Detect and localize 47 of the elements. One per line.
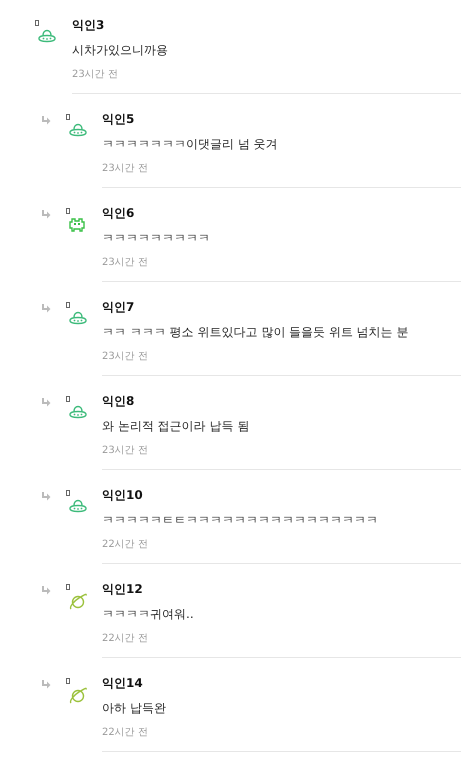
reply-arrow-icon <box>41 116 51 125</box>
author-name: 익인10 <box>102 487 144 503</box>
comment-time: 22시간 전 <box>102 539 149 551</box>
author-name: 익인12 <box>102 581 144 597</box>
comment-text: 아하 납득완 <box>102 700 167 716</box>
comment-text: 시차가있으니까용 <box>72 42 169 58</box>
reply-arrow-icon <box>41 210 51 219</box>
planet-icon <box>68 687 88 705</box>
comment-text: 와 논리적 접근이라 납득 됨 <box>102 418 250 434</box>
broken-image-icon <box>66 302 70 308</box>
comment-time: 23시간 전 <box>102 257 149 269</box>
ufo-icon <box>68 499 88 513</box>
ufo-icon <box>68 123 88 137</box>
comment-text: ㅋㅋㅋㅋㅋㅋㅋㅋㅋ <box>102 230 211 246</box>
author-name: 익인14 <box>102 675 144 691</box>
broken-image-icon <box>66 114 70 120</box>
author-name: 익인5 <box>102 111 136 127</box>
ufo-icon <box>68 405 88 419</box>
comment-text: ㅋㅋㅋㅋㅋㅋㅋ이댓글리 넘 웃겨 <box>102 136 279 152</box>
comment-text: ㅋㅋㅋㅋ귀여워.. <box>102 606 195 622</box>
reply-arrow-icon <box>41 398 51 407</box>
author-name: 익인7 <box>102 299 136 315</box>
robot-icon <box>68 217 86 233</box>
broken-image-icon <box>66 396 70 402</box>
author-name: 익인8 <box>102 393 136 409</box>
author-name: 익인6 <box>102 205 136 221</box>
comment-text: ㅋㅋ ㅋㅋㅋ 평소 위트있다고 많이 들을듯 위트 넘치는 분 <box>102 324 410 340</box>
author-name: 익인3 <box>72 17 106 33</box>
comment-time: 23시간 전 <box>102 445 149 457</box>
comment-text: ㅋㅋㅋㅋㅋㅌㅌㅋㅋㅋㅋㅋㅋㅋㅋㅋㅋㅋㅋㅋㅋㅋㅋ <box>102 512 379 528</box>
planet-icon <box>68 593 88 611</box>
broken-image-icon <box>66 678 70 684</box>
reply-arrow-icon <box>41 492 51 501</box>
broken-image-icon <box>66 584 70 590</box>
reply-arrow-icon <box>41 304 51 313</box>
comment-time: 23시간 전 <box>102 351 149 363</box>
broken-image-icon <box>35 20 39 26</box>
reply-arrow-icon <box>41 586 51 595</box>
comment-time: 22시간 전 <box>102 633 149 645</box>
ufo-icon <box>68 311 88 325</box>
comment-time: 22시간 전 <box>102 727 149 739</box>
reply-arrow-icon <box>41 680 51 689</box>
ufo-icon <box>37 29 57 43</box>
broken-image-icon <box>66 208 70 214</box>
comment-time: 23시간 전 <box>102 163 149 175</box>
broken-image-icon <box>66 490 70 496</box>
comment-time: 23시간 전 <box>72 69 119 81</box>
